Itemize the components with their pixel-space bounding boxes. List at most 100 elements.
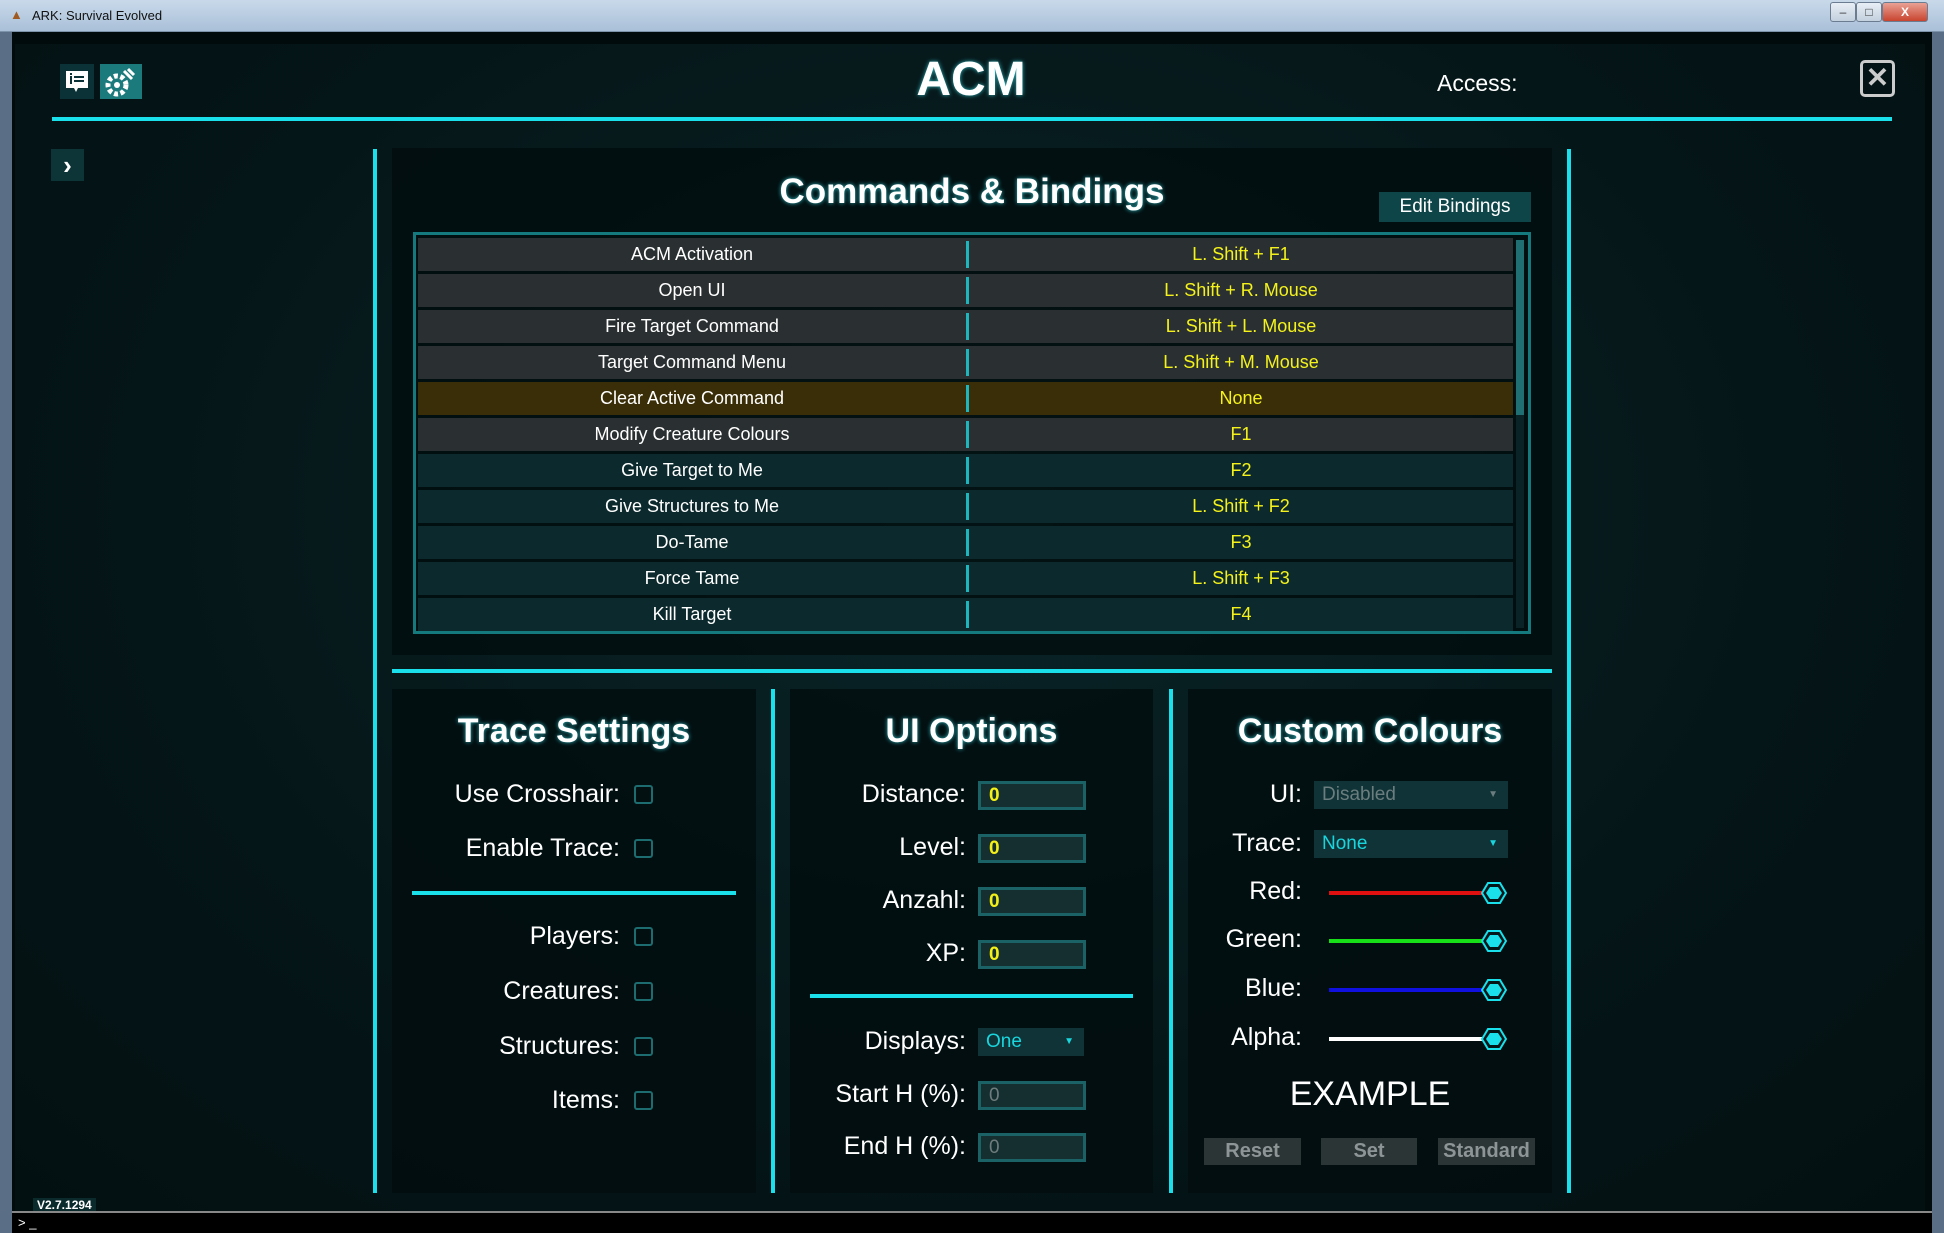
binding-row[interactable]: Give Target to Me F2 — [418, 454, 1513, 487]
access-label: Access: — [1437, 70, 1518, 96]
binding-value: F3 — [1230, 532, 1252, 552]
command-name: Give Target to Me — [621, 460, 763, 480]
settings-button[interactable] — [100, 64, 142, 99]
slider-thumb-hexagon-icon[interactable] — [1481, 929, 1507, 953]
trace-colour-dropdown[interactable]: None ▼ — [1314, 830, 1508, 858]
trace-colour-value: None — [1322, 833, 1368, 854]
ui-options-title: UI Options — [885, 712, 1058, 750]
trace-option-checkbox[interactable] — [634, 1091, 653, 1110]
end-h-input[interactable]: 0 — [978, 1133, 1086, 1162]
start-h-input[interactable]: 0 — [978, 1081, 1086, 1110]
trace-option-label: Items: — [551, 1086, 620, 1114]
command-name: Do-Tame — [655, 532, 729, 552]
command-name: ACM Activation — [630, 244, 754, 264]
command-name: Target Command Menu — [597, 352, 787, 372]
console-input[interactable]: > _ — [12, 1211, 1932, 1233]
panel-divider — [771, 689, 775, 1193]
example-preview: EXAMPLE — [1289, 1075, 1451, 1113]
colour-slider-label: Alpha: — [1231, 1023, 1302, 1051]
left-border-line — [373, 149, 377, 1193]
standard-button[interactable]: Standard — [1438, 1138, 1535, 1165]
binding-row[interactable]: Kill Target F4 — [418, 598, 1513, 631]
right-border-line — [1567, 149, 1571, 1193]
window-close-button[interactable]: X — [1882, 2, 1928, 22]
trace-option-checkbox[interactable] — [634, 839, 653, 858]
bindings-scrollbar[interactable] — [1516, 240, 1524, 628]
colour-slider-label: Blue: — [1245, 974, 1302, 1002]
info-list-button[interactable] — [60, 64, 94, 99]
ui-colour-dropdown[interactable]: Disabled ▼ — [1314, 781, 1508, 809]
minimize-button[interactable]: – — [1830, 2, 1856, 22]
ui-field-input[interactable]: 0 — [978, 887, 1086, 916]
binding-value: L. Shift + F1 — [1192, 244, 1290, 264]
command-name: Give Structures to Me — [604, 496, 780, 516]
colour-slider-label: Green: — [1225, 925, 1302, 953]
expand-sidebar-button[interactable]: › — [51, 149, 84, 181]
settings-gear-icon — [105, 67, 136, 96]
trace-option-label: Use Crosshair: — [454, 780, 620, 808]
command-name: Force Tame — [644, 568, 740, 588]
trace-option-checkbox[interactable] — [634, 785, 653, 804]
maximize-button[interactable]: □ — [1856, 2, 1882, 22]
binding-row[interactable]: Clear Active Command None — [418, 382, 1513, 415]
ui-field-input[interactable]: 0 — [978, 940, 1086, 969]
window-titlebar: ▲ ARK: Survival Evolved – □ X — [0, 0, 1944, 32]
binding-row[interactable]: Target Command Menu L. Shift + M. Mouse — [418, 346, 1513, 379]
binding-value: F1 — [1230, 424, 1252, 444]
scrollbar-thumb[interactable] — [1516, 240, 1524, 415]
trace-divider — [412, 891, 736, 895]
trace-option-label: Players: — [529, 922, 620, 950]
reset-button[interactable]: Reset — [1204, 1138, 1301, 1165]
version-label: V2.7.1294 — [33, 1198, 96, 1212]
command-name: Modify Creature Colours — [594, 424, 790, 444]
displays-value: One — [986, 1031, 1022, 1052]
close-button[interactable]: ✕ — [1860, 60, 1895, 97]
section-divider — [392, 669, 1552, 673]
ui-field-label: Distance: — [861, 780, 966, 808]
trace-option-checkbox[interactable] — [634, 982, 653, 1001]
info-list-icon — [66, 70, 88, 92]
binding-row[interactable]: Modify Creature Colours F1 — [418, 418, 1513, 451]
trace-option-label: Creatures: — [503, 977, 620, 1005]
slider-thumb-hexagon-icon[interactable] — [1481, 1027, 1507, 1051]
trace-option-label: Enable Trace: — [465, 834, 620, 862]
slider-thumb-hexagon-icon[interactable] — [1481, 978, 1507, 1002]
binding-row[interactable]: ACM Activation L. Shift + F1 — [418, 238, 1513, 271]
command-name: Fire Target Command — [605, 316, 779, 336]
displays-dropdown[interactable]: One ▼ — [978, 1028, 1084, 1056]
ui-field-label: XP: — [925, 939, 966, 967]
ui-field-input[interactable]: 0 — [978, 781, 1086, 810]
ui-field-input[interactable]: 0 — [978, 834, 1086, 863]
binding-value: L. Shift + R. Mouse — [1164, 280, 1318, 300]
close-icon: ✕ — [1865, 62, 1890, 93]
colour-slider-track[interactable] — [1329, 1037, 1494, 1041]
binding-row[interactable]: Give Structures to Me L. Shift + F2 — [418, 490, 1513, 523]
binding-row[interactable]: Fire Target Command L. Shift + L. Mouse — [418, 310, 1513, 343]
console-prompt: > — [18, 1215, 26, 1230]
set-button[interactable]: Set — [1321, 1138, 1417, 1165]
ui-options-panel — [790, 689, 1153, 1193]
binding-row[interactable]: Open UI L. Shift + R. Mouse — [418, 274, 1513, 307]
binding-row[interactable]: Do-Tame F3 — [418, 526, 1513, 559]
colour-slider-track[interactable] — [1329, 939, 1494, 943]
edit-bindings-button[interactable]: Edit Bindings — [1379, 192, 1531, 222]
ui-colour-value: Disabled — [1322, 784, 1396, 805]
trace-colour-label: Trace: — [1232, 829, 1302, 857]
command-name: Kill Target — [652, 604, 732, 624]
colour-slider-track[interactable] — [1329, 891, 1494, 895]
end-h-label: End H (%): — [843, 1132, 966, 1160]
colour-slider-track[interactable] — [1329, 988, 1494, 992]
trace-option-checkbox[interactable] — [634, 1037, 653, 1056]
slider-thumb-hexagon-icon[interactable] — [1481, 881, 1507, 905]
ui-colour-label: UI: — [1270, 780, 1302, 808]
trace-option-checkbox[interactable] — [634, 927, 653, 946]
header-divider — [52, 117, 1892, 121]
binding-value: None — [1219, 388, 1263, 408]
binding-row[interactable]: Force Tame L. Shift + F3 — [418, 562, 1513, 595]
command-name: Clear Active Command — [599, 388, 785, 408]
custom-colours-title: Custom Colours — [1237, 712, 1503, 750]
console-cursor: _ — [29, 1215, 37, 1230]
dropdown-arrow-icon: ▼ — [1064, 1036, 1074, 1047]
binding-value: L. Shift + F2 — [1192, 496, 1290, 516]
ui-field-label: Anzahl: — [882, 886, 966, 914]
